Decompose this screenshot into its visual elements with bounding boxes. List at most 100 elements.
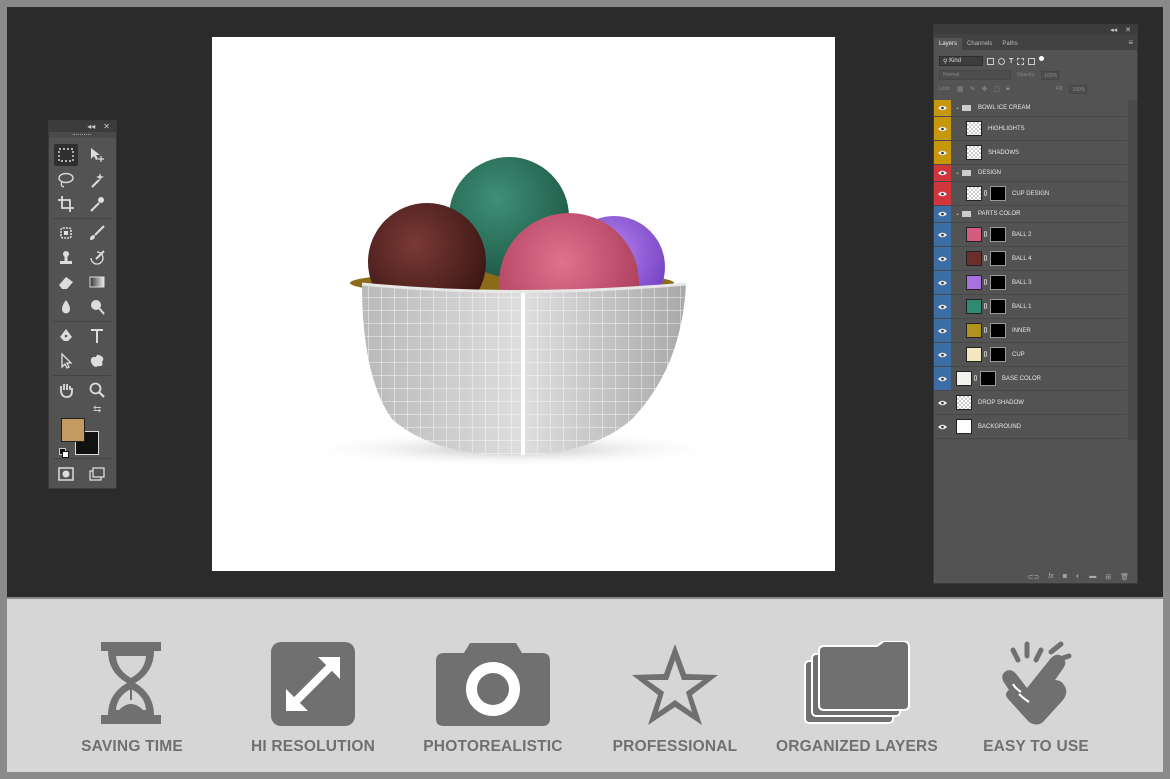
quick-mask-icon[interactable]: [54, 463, 78, 485]
layer-row[interactable]: BACKGROUND: [934, 415, 1127, 439]
lasso-tool-icon[interactable]: [54, 169, 78, 191]
layer-mask-thumbnail[interactable]: [990, 347, 1006, 362]
layer-row[interactable]: DROP SHADOW: [934, 391, 1127, 415]
pen-tool-icon[interactable]: [54, 325, 78, 347]
layer-group-row[interactable]: ⌄ BOWL ICE CREAM: [934, 100, 1127, 117]
layer-mask-thumbnail[interactable]: [990, 299, 1006, 314]
dodge-tool-icon[interactable]: [85, 296, 109, 318]
eyedropper-tool-icon[interactable]: [85, 193, 109, 215]
marquee-tool-icon[interactable]: [54, 144, 78, 166]
opacity-input[interactable]: 100%: [1041, 70, 1060, 80]
zoom-tool-icon[interactable]: [85, 379, 109, 401]
mask-link-icon[interactable]: [984, 303, 987, 309]
gradient-tool-icon[interactable]: [85, 271, 109, 293]
visibility-eye-icon[interactable]: [934, 206, 951, 222]
adjustment-icon[interactable]: ◐: [1076, 573, 1080, 580]
layer-mask-thumbnail[interactable]: [990, 186, 1006, 201]
tab-layers[interactable]: Layers: [934, 38, 963, 50]
magic-wand-tool-icon[interactable]: [85, 169, 109, 191]
layer-row[interactable]: CUP: [934, 343, 1127, 367]
layer-row[interactable]: BALL 2: [934, 223, 1127, 247]
mask-link-icon[interactable]: [984, 279, 987, 285]
group-expand-chevron-icon[interactable]: ⌄: [955, 169, 960, 176]
link-icon[interactable]: ⊂⊃: [1028, 573, 1040, 581]
lock-transparent-icon[interactable]: ▦: [957, 85, 964, 93]
lock-all-icon[interactable]: 🔒︎: [1006, 85, 1010, 93]
close-icon[interactable]: ✕: [103, 122, 110, 131]
fx-icon[interactable]: fx: [1048, 573, 1053, 580]
layer-mask-thumbnail[interactable]: [990, 227, 1006, 242]
mask-link-icon[interactable]: [984, 351, 987, 357]
hand-tool-icon[interactable]: [54, 379, 78, 401]
layer-row[interactable]: SHADOWS: [934, 141, 1127, 165]
filter-pixel-icon[interactable]: [987, 57, 994, 65]
document-canvas[interactable]: [212, 37, 835, 571]
visibility-eye-icon[interactable]: [934, 391, 951, 414]
mask-link-icon[interactable]: [984, 255, 987, 261]
visibility-eye-icon[interactable]: [934, 247, 951, 270]
visibility-eye-icon[interactable]: [934, 182, 951, 205]
blend-mode-select[interactable]: Normal: [939, 70, 1011, 80]
lock-position-icon[interactable]: ✥: [981, 85, 987, 93]
visibility-eye-icon[interactable]: [934, 415, 951, 438]
history-brush-tool-icon[interactable]: [85, 247, 109, 269]
filter-kind-select[interactable]: ⚲ Kind: [939, 56, 983, 66]
swap-colors-icon[interactable]: ⇆: [93, 404, 101, 415]
blur-tool-icon[interactable]: [54, 296, 78, 318]
default-colors-icon[interactable]: [59, 448, 69, 458]
collapse-icon[interactable]: ◂◂: [87, 122, 95, 131]
layer-row[interactable]: BASE COLOR: [934, 367, 1127, 391]
layer-row[interactable]: BALL 1: [934, 295, 1127, 319]
trash-icon[interactable]: 🗑︎: [1120, 573, 1129, 581]
layer-group-row[interactable]: ⌄ DESIGN: [934, 165, 1127, 182]
crop-tool-icon[interactable]: [54, 193, 78, 215]
eraser-tool-icon[interactable]: [54, 271, 78, 293]
layer-row[interactable]: INNER: [934, 319, 1127, 343]
mask-link-icon[interactable]: [984, 190, 987, 196]
screen-mode-icon[interactable]: [85, 463, 109, 485]
visibility-eye-icon[interactable]: [934, 100, 951, 116]
visibility-eye-icon[interactable]: [934, 319, 951, 342]
layer-row[interactable]: BALL 4: [934, 247, 1127, 271]
layer-row[interactable]: CUP DESIGN: [934, 182, 1127, 206]
layer-mask-thumbnail[interactable]: [990, 275, 1006, 290]
visibility-eye-icon[interactable]: [934, 271, 951, 294]
filter-toggle-icon[interactable]: [1039, 55, 1045, 61]
layer-mask-thumbnail[interactable]: [990, 251, 1006, 266]
custom-shape-tool-icon[interactable]: [85, 350, 109, 372]
tab-paths[interactable]: Paths: [997, 38, 1022, 50]
layer-row[interactable]: HIGHLIGHTS: [934, 117, 1127, 141]
healing-brush-tool-icon[interactable]: [54, 222, 78, 244]
layer-mask-thumbnail[interactable]: [990, 323, 1006, 338]
group-expand-chevron-icon[interactable]: ⌄: [955, 210, 960, 217]
group-expand-chevron-icon[interactable]: ⌄: [955, 104, 960, 111]
filter-smart-object-icon[interactable]: [1028, 57, 1036, 65]
visibility-eye-icon[interactable]: [934, 165, 951, 181]
fill-input[interactable]: 100%: [1069, 84, 1088, 94]
visibility-eye-icon[interactable]: [934, 367, 951, 390]
mask-link-icon[interactable]: [984, 327, 987, 333]
new-layer-icon[interactable]: ⊞: [1105, 573, 1111, 581]
lock-pixels-icon[interactable]: ✎: [970, 85, 976, 93]
type-tool-icon[interactable]: [85, 325, 109, 347]
visibility-eye-icon[interactable]: [934, 343, 951, 366]
layers-scrollbar[interactable]: [1128, 100, 1137, 440]
panel-menu-icon[interactable]: ≡: [1128, 38, 1133, 47]
panel-grip[interactable]: [49, 132, 116, 138]
clone-stamp-tool-icon[interactable]: [54, 247, 78, 269]
brush-tool-icon[interactable]: [85, 222, 109, 244]
collapse-icon[interactable]: ◂◂: [1110, 26, 1117, 34]
layer-group-row[interactable]: ⌄ PARTS COLOR: [934, 206, 1127, 223]
layer-mask-thumbnail[interactable]: [980, 371, 996, 386]
mask-link-icon[interactable]: [974, 375, 977, 381]
filter-adjustment-icon[interactable]: [998, 57, 1005, 65]
lock-artboard-icon[interactable]: ▢: [993, 85, 1000, 93]
mask-link-icon[interactable]: [984, 231, 987, 237]
visibility-eye-icon[interactable]: [934, 141, 951, 164]
path-selection-tool-icon[interactable]: [54, 350, 78, 372]
layer-row[interactable]: BALL 3: [934, 271, 1127, 295]
close-icon[interactable]: ✕: [1125, 26, 1131, 34]
filter-shape-icon[interactable]: [1017, 57, 1025, 65]
tab-channels[interactable]: Channels: [962, 38, 997, 50]
visibility-eye-icon[interactable]: [934, 295, 951, 318]
